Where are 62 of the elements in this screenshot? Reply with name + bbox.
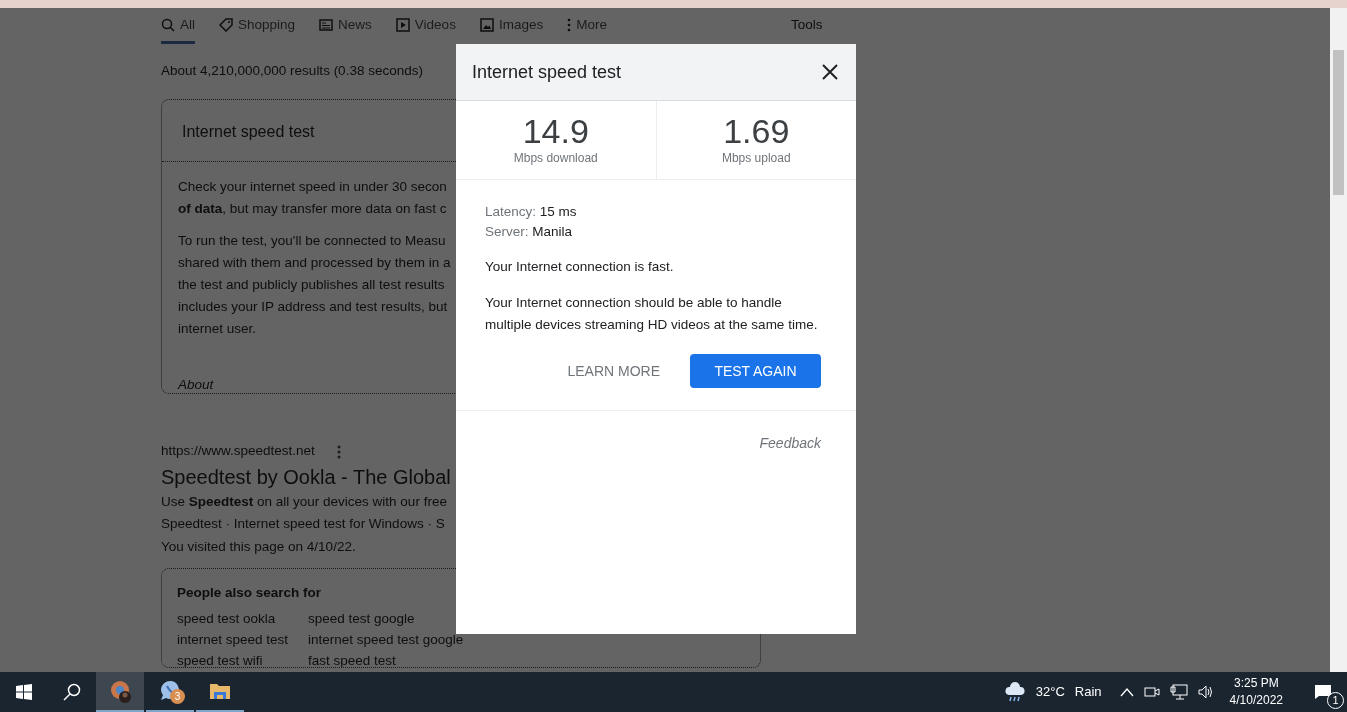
detail-line: Server: Manila (485, 223, 574, 241)
rain-cloud-icon[interactable] (1003, 681, 1026, 703)
close-icon[interactable] (822, 64, 838, 80)
tools-button[interactable]: Tools (790, 14, 823, 44)
result-stats: About 4,210,000,000 results (0.38 seconds) (161, 62, 423, 80)
weather-condition[interactable]: Rain (1074, 682, 1102, 702)
chat-taskbar-button[interactable]: 3 (146, 672, 194, 712)
browser-taskbar-button[interactable] (96, 672, 144, 712)
search-tab[interactable]: Shopping (219, 13, 296, 44)
related-search-link[interactable]: speed test wifi (177, 652, 263, 668)
speed-value: 14.9 (522, 112, 589, 150)
more-icon (567, 17, 572, 32)
about-link[interactable]: About (178, 374, 214, 394)
search-tab[interactable]: Images (479, 13, 544, 44)
scrollbar[interactable] (1330, 8, 1347, 672)
speed-value: 1.69 (723, 112, 790, 150)
play-icon (395, 17, 410, 32)
search-icon (161, 17, 175, 32)
result-message: Your Internet connection should be able to handle multiple devices streaming HD videos at the same time. (485, 294, 819, 334)
volume-icon[interactable] (1197, 684, 1214, 700)
newspaper-icon (319, 17, 334, 32)
speed-unit: Mbps upload (721, 151, 791, 165)
more-icon[interactable] (336, 444, 341, 459)
paragraph: Check your internet speed in under 30 secon of data, but may transfer more data on fast c (178, 178, 447, 219)
clock-date: 4/10/2022 (1229, 693, 1283, 707)
browser-logo-icon (108, 679, 132, 703)
weather-temperature[interactable]: 32°C (1035, 682, 1065, 702)
related-search-link[interactable]: internet speed test (177, 631, 289, 647)
related-title: People also search for (177, 585, 322, 601)
windows-logo-icon (16, 684, 32, 700)
test-again-button[interactable]: TEST AGAIN (690, 354, 821, 388)
camera-icon[interactable] (1143, 684, 1160, 700)
result-message: Your Internet connection is fast. (485, 258, 675, 276)
result-url[interactable]: https://www.speedtest.net (161, 443, 315, 459)
scrollbar-thumb[interactable] (1333, 50, 1344, 195)
search-tab[interactable]: News (319, 13, 372, 44)
tag-icon (219, 17, 233, 32)
notifications-button[interactable]: 1 (1299, 672, 1347, 712)
related-search-link[interactable]: speed test ookla (177, 610, 276, 626)
search-tab[interactable]: More (567, 13, 607, 44)
result-snippet: Use Speedtest on all your devices with our free Speedtest · Internet speed test for Windows · S You visited this page on 4/10/22. (161, 492, 447, 556)
search-tab[interactable]: Videos (395, 13, 456, 44)
notification-count: 1 (1327, 692, 1344, 709)
related-search-link[interactable]: speed test google (308, 610, 415, 626)
speed-unit: Mbps download (513, 151, 598, 165)
network-icon[interactable] (1169, 684, 1188, 700)
card-title: Internet speed test (182, 123, 315, 141)
related-search-link[interactable]: internet speed test google (308, 631, 464, 647)
chevron-up-icon[interactable] (1119, 687, 1134, 697)
dialog-title: Internet speed test (472, 60, 622, 84)
search-tab[interactable]: All (161, 13, 195, 44)
count-badge: 3 (170, 689, 185, 704)
image-icon (479, 17, 494, 32)
message-icon (1314, 684, 1332, 700)
paragraph: To run the test, you'll be connected to Measu shared with them and processed by them in a the test and publicly publishes all test results includes your IP address and test results, but internet user. (178, 232, 451, 339)
search-icon (63, 683, 81, 701)
clock-time: 3:25 PM (1233, 676, 1279, 690)
feedback-link[interactable]: Feedback (759, 435, 821, 451)
result-title[interactable]: Speedtest by Ookla - The Global (161, 462, 451, 491)
related-search-link[interactable]: fast speed test (308, 652, 396, 668)
learn-more-button[interactable]: LEARN MORE (561, 354, 666, 388)
detail-line: Latency: 15 ms (485, 203, 578, 221)
